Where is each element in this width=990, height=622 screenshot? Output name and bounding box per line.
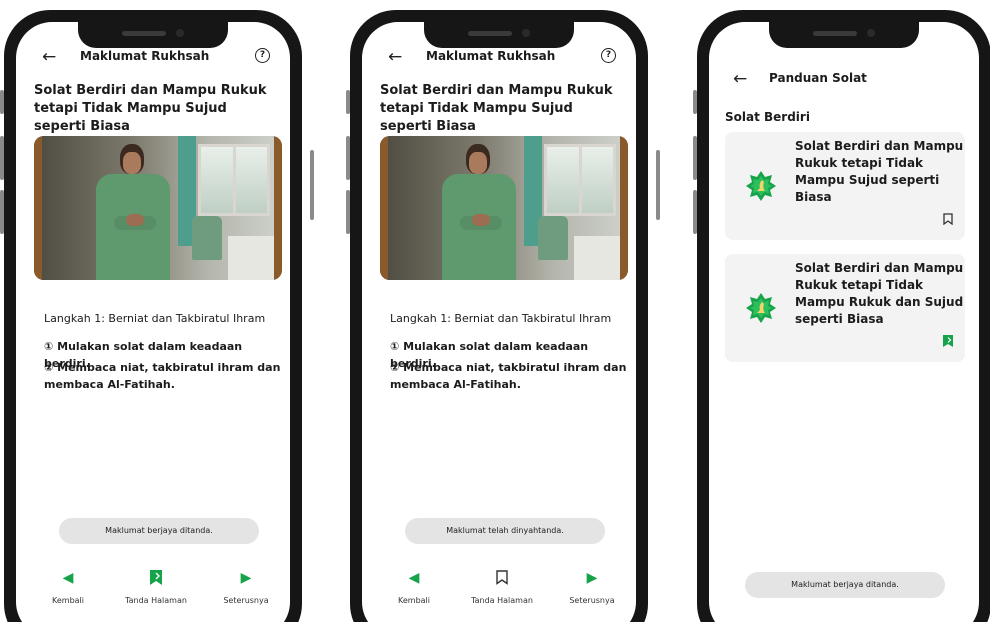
bookmark-filled-icon[interactable] xyxy=(943,335,953,350)
prayer-star-icon xyxy=(746,293,776,323)
next-button[interactable]: ▶ Seterusnya xyxy=(562,570,622,605)
lesson-screen: ← Maklumat Rukhsah ? Solat Berdiri dan M… xyxy=(16,22,290,622)
arrow-left-icon[interactable]: ← xyxy=(733,70,747,88)
prayer-star-icon xyxy=(746,171,776,201)
triangle-left-icon: ◀ xyxy=(62,570,74,586)
snackbar-toast: Maklumat berjaya ditanda. xyxy=(59,518,259,544)
lesson-title: Solat Berdiri dan Mampu Rukuk tetapi Tid… xyxy=(380,83,613,134)
back-label: Kembali xyxy=(52,596,84,605)
page-title: Maklumat Rukhsah xyxy=(80,49,210,63)
card-title: Solat Berdiri dan Mampu Rukuk tetapi Tid… xyxy=(795,139,964,204)
bookmark-outline-icon xyxy=(462,570,542,586)
guide-card[interactable]: Solat Berdiri dan Mampu Rukuk tetapi Tid… xyxy=(725,132,965,240)
question-circle-icon[interactable]: ? xyxy=(601,48,616,63)
triangle-right-icon: ▶ xyxy=(586,570,598,586)
power-button xyxy=(656,150,660,220)
power-button xyxy=(310,150,314,220)
back-button[interactable]: ◀ Kembali xyxy=(392,570,436,605)
page-title: Panduan Solat xyxy=(769,71,867,85)
bookmark-button[interactable]: Tanda Halaman xyxy=(116,570,196,605)
step-instruction: ② Membaca niat, takbiratul ihram dan mem… xyxy=(44,361,281,391)
question-circle-icon[interactable]: ? xyxy=(255,48,270,63)
notch xyxy=(769,22,919,48)
step-title: Langkah 1: Berniat dan Takbiratul Ihram xyxy=(44,312,266,325)
back-button[interactable]: ◀ Kembali xyxy=(46,570,90,605)
guide-card[interactable]: Solat Berdiri dan Mampu Rukuk tetapi Tid… xyxy=(725,254,965,362)
next-label: Seterusnya xyxy=(569,596,615,605)
card-title: Solat Berdiri dan Mampu Rukuk tetapi Tid… xyxy=(795,261,964,326)
lesson-title: Solat Berdiri dan Mampu Rukuk tetapi Tid… xyxy=(34,83,267,134)
phone-frame: ← Panduan Solat Solat Berdiri Solat Berd… xyxy=(697,10,990,622)
top-app-bar: ← Panduan Solat xyxy=(709,66,979,92)
step-instruction: ② Membaca niat, takbiratul ihram dan mem… xyxy=(390,361,627,391)
bookmark-button[interactable]: Tanda Halaman xyxy=(462,570,542,605)
bookmark-filled-icon xyxy=(116,570,196,586)
lesson-screen: ← Maklumat Rukhsah ? Solat Berdiri dan M… xyxy=(362,22,636,622)
back-label: Kembali xyxy=(398,596,430,605)
notch xyxy=(424,22,574,48)
guide-list-screen: ← Panduan Solat Solat Berdiri Solat Berd… xyxy=(709,22,979,622)
next-label: Seterusnya xyxy=(223,596,269,605)
phone-frame: ← Maklumat Rukhsah ? Solat Berdiri dan M… xyxy=(4,10,302,622)
triangle-right-icon: ▶ xyxy=(240,570,252,586)
triangle-left-icon: ◀ xyxy=(408,570,420,586)
bookmark-label: Tanda Halaman xyxy=(471,596,533,605)
lesson-video[interactable] xyxy=(34,136,282,280)
page-title: Maklumat Rukhsah xyxy=(426,49,556,63)
lesson-video[interactable] xyxy=(380,136,628,280)
arrow-left-icon[interactable]: ← xyxy=(42,48,56,66)
bookmark-outline-icon[interactable] xyxy=(943,213,953,228)
notch xyxy=(78,22,228,48)
bookmark-label: Tanda Halaman xyxy=(125,596,187,605)
arrow-left-icon[interactable]: ← xyxy=(388,48,402,66)
snackbar-toast: Maklumat telah dinyahtanda. xyxy=(405,518,605,544)
next-button[interactable]: ▶ Seterusnya xyxy=(216,570,276,605)
section-title: Solat Berdiri xyxy=(725,110,810,124)
phone-frame: ← Maklumat Rukhsah ? Solat Berdiri dan M… xyxy=(350,10,648,622)
step-title: Langkah 1: Berniat dan Takbiratul Ihram xyxy=(390,312,612,325)
snackbar-toast: Maklumat berjaya ditanda. xyxy=(745,572,945,598)
